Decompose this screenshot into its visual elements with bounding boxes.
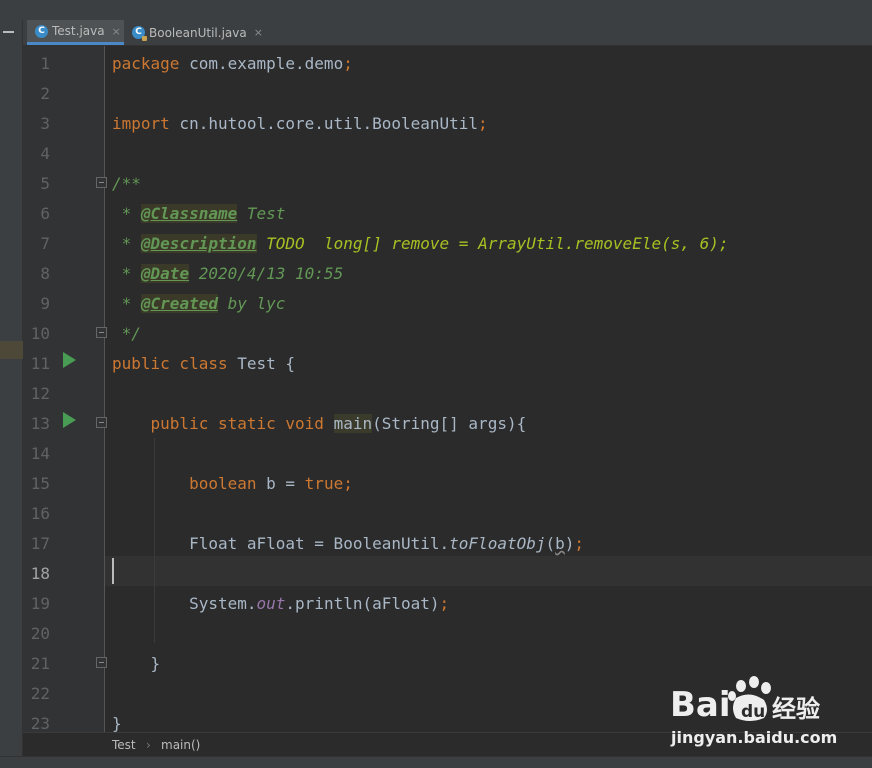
- code-line-19[interactable]: System.out.println(aFloat);: [112, 589, 449, 619]
- code-line-13[interactable]: public static void main(String[] args){: [112, 409, 526, 439]
- code-line-17[interactable]: Float aFloat = BooleanUtil.toFloatObj(b)…: [112, 529, 584, 559]
- svg-text:du: du: [741, 702, 765, 722]
- fold-icon[interactable]: [96, 177, 107, 188]
- line-number: 1: [40, 54, 50, 73]
- line-number: 10: [30, 324, 50, 343]
- run-icon[interactable]: [63, 352, 76, 368]
- tool-window-strip: [0, 20, 23, 768]
- line-number: 20: [30, 624, 50, 643]
- code-line-5[interactable]: /**: [112, 169, 141, 199]
- line-number: 16: [30, 504, 50, 523]
- line-number: 14: [30, 444, 50, 463]
- line-number: 2: [40, 84, 50, 103]
- line-number: 8: [40, 264, 50, 283]
- tab-booleanutil-java[interactable]: C BooleanUtil.java ×: [124, 20, 267, 45]
- tab-label: BooleanUtil.java: [149, 25, 247, 40]
- code-line-11[interactable]: public class Test {: [112, 349, 295, 379]
- code-line-1[interactable]: package com.example.demo;: [112, 49, 353, 79]
- tab-label: Test.java: [52, 24, 105, 38]
- svg-text:Bai: Bai: [670, 685, 731, 725]
- gutter-highlight-marker: [0, 341, 23, 359]
- run-icon[interactable]: [63, 412, 76, 428]
- code-line-10[interactable]: */: [112, 319, 141, 349]
- status-bar: [0, 756, 872, 768]
- code-line-3[interactable]: import cn.hutool.core.util.BooleanUtil;: [112, 109, 488, 139]
- code-line-15[interactable]: boolean b = true;: [112, 469, 353, 499]
- line-number: 4: [40, 144, 50, 163]
- line-number: 9: [40, 294, 50, 313]
- watermark-url: jingyan.baidu.com: [671, 728, 838, 747]
- close-icon[interactable]: ×: [254, 26, 263, 39]
- code-line-7[interactable]: * @Description TODO long[] remove = Arra…: [112, 229, 729, 259]
- line-number: 21: [30, 654, 50, 673]
- line-number: 7: [40, 234, 50, 253]
- close-icon[interactable]: ×: [112, 25, 121, 38]
- line-number: 17: [30, 534, 50, 553]
- baidu-jingyan-logo: Bai du 经验: [670, 676, 820, 725]
- collapse-icon[interactable]: [3, 31, 14, 33]
- line-number-current: 18: [30, 564, 50, 583]
- line-number: 11: [30, 354, 50, 373]
- java-class-icon: C: [35, 24, 48, 38]
- breadcrumb-separator: ›: [146, 738, 151, 752]
- line-number: 19: [30, 594, 50, 613]
- code-line-21[interactable]: }: [112, 649, 161, 679]
- breadcrumb-method[interactable]: main(): [161, 738, 200, 752]
- line-number: 3: [40, 114, 50, 133]
- fold-icon[interactable]: [96, 327, 107, 338]
- code-line-9[interactable]: * @Created by lyc: [112, 289, 285, 319]
- editor-tab-bar: C Test.java × C BooleanUtil.java ×: [23, 20, 872, 46]
- java-class-readonly-icon: C: [132, 26, 147, 41]
- title-strip: [0, 0, 872, 20]
- line-number: 12: [30, 384, 50, 403]
- line-number: 15: [30, 474, 50, 493]
- current-line-highlight: [105, 556, 872, 586]
- text-caret: [112, 558, 114, 584]
- editor-gutter: 1 2 3 4 5 6 7 8 9 10 11 12 13 14 15 16 1…: [23, 46, 107, 733]
- code-line-8[interactable]: * @Date 2020/4/13 10:55: [112, 259, 343, 289]
- line-number: 13: [30, 414, 50, 433]
- breadcrumb-class[interactable]: Test: [112, 738, 136, 752]
- line-number: 6: [40, 204, 50, 223]
- fold-icon[interactable]: [96, 657, 107, 668]
- fold-icon[interactable]: [96, 417, 107, 428]
- tab-test-java[interactable]: C Test.java ×: [27, 20, 124, 45]
- code-line-6[interactable]: * @Classname Test: [112, 199, 285, 229]
- line-number: 5: [40, 174, 50, 193]
- line-number: 22: [30, 684, 50, 703]
- svg-text:经验: 经验: [772, 695, 820, 723]
